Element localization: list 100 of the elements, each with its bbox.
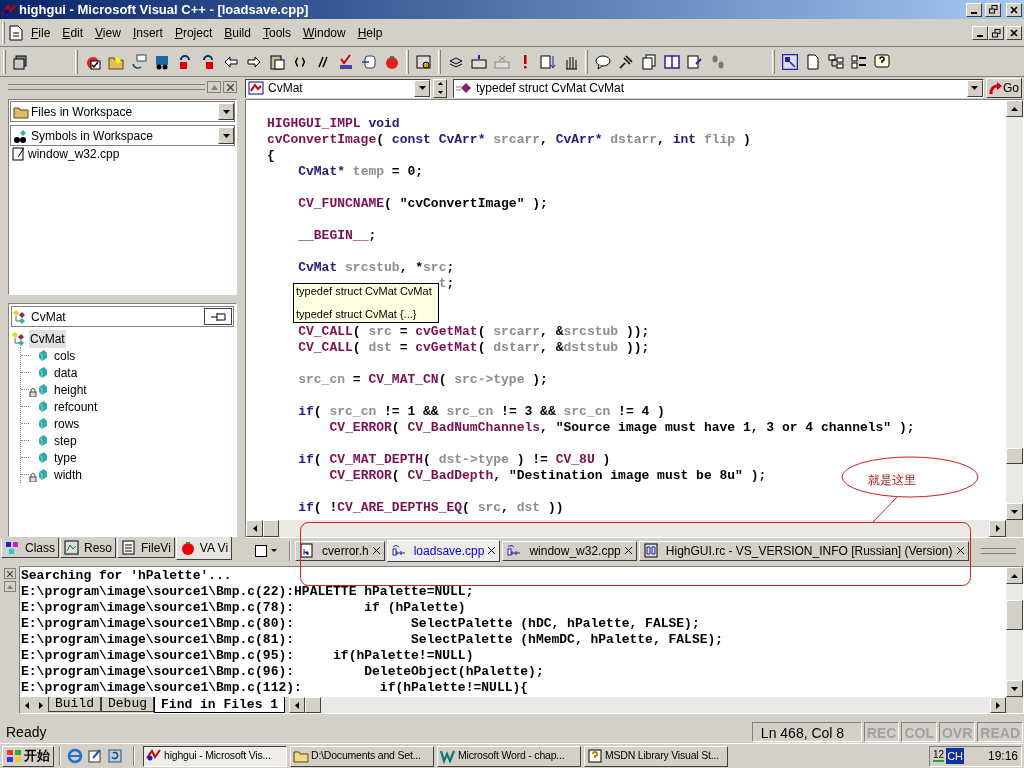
dropdown-arrow-icon xyxy=(971,86,979,90)
scroll-down-button[interactable] xyxy=(1006,680,1023,697)
scroll-right-button[interactable] xyxy=(989,520,1006,537)
workspace-tab[interactable]: FileVi xyxy=(117,538,175,558)
dropdown-button[interactable] xyxy=(414,79,430,97)
close-button[interactable] xyxy=(1006,2,1022,17)
clipboard-icon[interactable] xyxy=(268,53,285,70)
file-tab[interactable]: loadsave.cpp xyxy=(386,539,501,562)
speech-bubble-icon[interactable] xyxy=(594,53,611,70)
workspace-tab[interactable]: Reso xyxy=(60,538,117,558)
tomato-icon[interactable] xyxy=(383,53,400,70)
taskbar-button[interactable]: D:\Documents and Set... xyxy=(290,745,434,767)
dropdown-arrow-icon xyxy=(418,86,426,90)
workspace-dropdown[interactable]: Symbols in Workspace xyxy=(10,125,235,146)
scroll-up-button[interactable] xyxy=(1006,567,1023,584)
scroll-left-button[interactable] xyxy=(289,697,306,713)
minimize-button[interactable] xyxy=(972,26,988,40)
refresh-icon[interactable] xyxy=(107,748,123,764)
file-tab[interactable]: window_w32.cpp xyxy=(502,540,637,561)
code-editor[interactable] xyxy=(246,100,1006,520)
symbol-field[interactable]: CvMat xyxy=(11,306,234,327)
scroll-right-button[interactable] xyxy=(990,697,1006,713)
tree-icon[interactable] xyxy=(827,53,844,70)
windows-logo-icon xyxy=(6,749,22,763)
file-tab[interactable]: HighGUI.rc - VS_VERSION_INFO [Russian] (Version) xyxy=(638,540,969,561)
menu-item[interactable]: Insert xyxy=(126,23,169,43)
start-button[interactable]: 开始 xyxy=(2,745,54,767)
browser-icon[interactable] xyxy=(67,748,83,764)
restore-button[interactable] xyxy=(988,26,1004,40)
output-tab[interactable]: Build xyxy=(48,697,101,712)
keyboard-icon[interactable] xyxy=(470,53,487,70)
vertical-scrollbar[interactable] xyxy=(1006,100,1023,520)
input-method-indicator[interactable]: CH xyxy=(946,747,964,765)
pin-button[interactable] xyxy=(204,308,232,325)
cpp-arrows-icon[interactable] xyxy=(130,53,147,70)
tree-item[interactable]: CvMat xyxy=(29,329,66,348)
cpp-arrow-icon[interactable] xyxy=(360,53,377,70)
field-icon xyxy=(37,469,47,480)
minimize-button[interactable] xyxy=(966,2,982,17)
typedef-icon xyxy=(456,82,472,94)
restore-button[interactable] xyxy=(985,2,1001,17)
tree-item[interactable]: type xyxy=(54,448,77,467)
output-panel[interactable] xyxy=(20,567,1006,697)
spellcheck-icon[interactable] xyxy=(337,53,354,70)
workspace-dropdown[interactable]: Files in Workspace xyxy=(10,101,235,122)
menu-item[interactable]: File xyxy=(25,23,57,43)
taskbar-button[interactable]: highgui - Microsoft Vis... xyxy=(143,745,287,767)
horizontal-scrollbar[interactable] xyxy=(289,697,1006,713)
class-combo[interactable]: CvMat xyxy=(245,78,431,98)
scrollbar-thumb[interactable] xyxy=(1006,448,1023,464)
pushpin-icon[interactable] xyxy=(617,53,634,70)
edit-arrow-icon[interactable] xyxy=(686,53,703,70)
gear-window-icon[interactable] xyxy=(415,53,432,70)
page-icon[interactable] xyxy=(804,53,821,70)
scroll-up-button[interactable] xyxy=(1006,100,1023,117)
tooltip-text: typedef struct CvMat {...} xyxy=(296,307,418,321)
menu-item[interactable]: Build xyxy=(218,23,257,43)
braces-icon[interactable] xyxy=(291,53,308,70)
scrollbar-thumb[interactable] xyxy=(305,697,322,713)
menu-item[interactable]: Window xyxy=(297,23,352,43)
list-down-icon[interactable] xyxy=(539,53,556,70)
scrollbar-thumb[interactable] xyxy=(263,520,279,537)
spin-button[interactable] xyxy=(433,78,447,98)
tree-item[interactable]: data xyxy=(54,363,78,382)
menu-item[interactable]: Edit xyxy=(56,23,90,43)
checklist-icon[interactable] xyxy=(850,53,867,70)
taskbar-button[interactable]: MSDN Library Visual St... xyxy=(584,745,728,767)
go-button[interactable]: Go xyxy=(986,78,1022,98)
copy-icon[interactable] xyxy=(640,53,657,70)
columns-icon[interactable] xyxy=(663,53,680,70)
menu-item[interactable]: Help xyxy=(351,23,389,43)
windows-stack-icon[interactable] xyxy=(12,53,29,70)
scrollbar-thumb[interactable] xyxy=(1006,600,1023,630)
file-tab[interactable]: cverror.h xyxy=(295,540,385,561)
window-arrow-icon[interactable] xyxy=(781,53,798,70)
output-tab[interactable]: Find in Files 1 xyxy=(154,697,286,713)
workspace-file[interactable]: window_w32.cpp xyxy=(28,145,120,163)
close-icon xyxy=(226,83,234,91)
tree-item[interactable]: step xyxy=(54,431,77,450)
taskbar-button[interactable]: Microsoft Word - chap... xyxy=(437,745,581,767)
menu-item[interactable]: Project xyxy=(168,23,219,43)
vertical-scrollbar[interactable] xyxy=(1006,567,1023,697)
close-pane-button[interactable] xyxy=(3,568,16,579)
workspace-tab[interactable]: Class xyxy=(1,538,59,558)
tree-item[interactable]: height xyxy=(54,380,87,399)
tree-item[interactable]: width xyxy=(54,465,82,484)
notepad-icon[interactable] xyxy=(87,748,103,764)
tree-item[interactable]: refcount xyxy=(54,397,98,416)
menu-item[interactable]: View xyxy=(89,23,127,43)
menu-item[interactable]: Tools xyxy=(256,23,297,43)
tree-item[interactable]: rows xyxy=(54,414,80,433)
workspace-tab[interactable]: VA Vi xyxy=(175,537,233,560)
scroll-left-button[interactable] xyxy=(246,520,263,537)
help-icon[interactable] xyxy=(873,53,890,70)
tree-item[interactable]: cols xyxy=(54,346,76,365)
scroll-down-button[interactable] xyxy=(1006,503,1023,520)
close-button[interactable] xyxy=(1006,26,1022,40)
member-combo[interactable]: typedef struct CvMat CvMat xyxy=(453,78,984,98)
close-pane-button[interactable] xyxy=(223,81,237,93)
dropdown-button[interactable] xyxy=(967,79,983,97)
